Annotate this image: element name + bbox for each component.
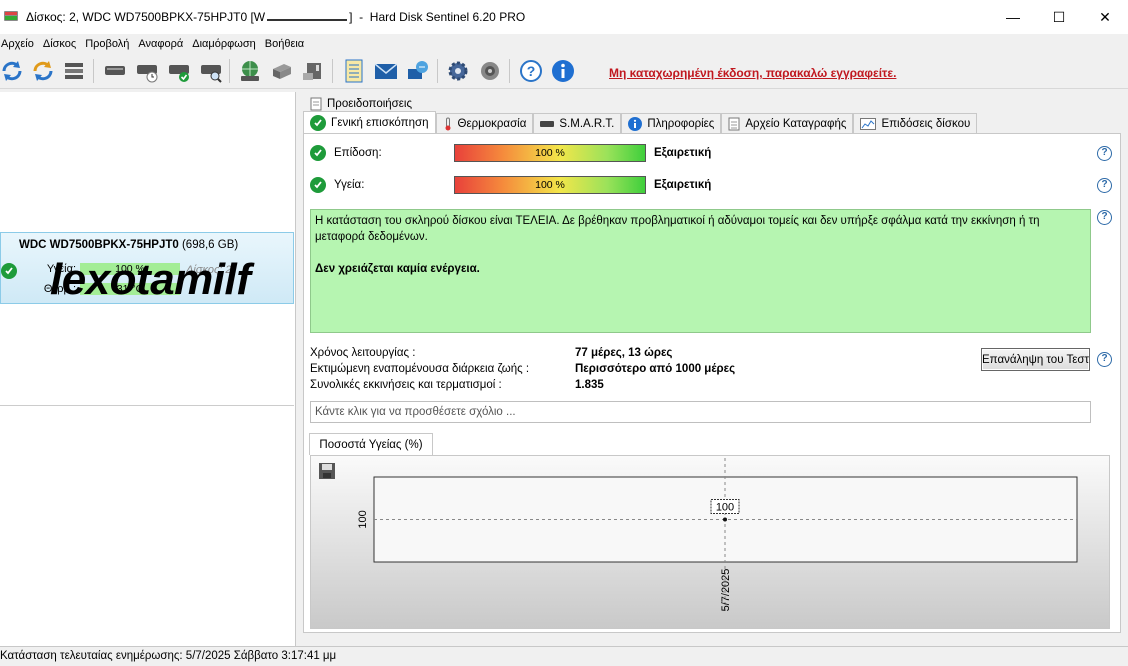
watermark-area xyxy=(0,316,294,406)
toolbar-separator xyxy=(509,59,510,83)
watermark-text: lexotamilf xyxy=(50,255,251,304)
refresh-icon[interactable] xyxy=(0,58,25,84)
health-label: Υγεία: xyxy=(334,179,365,191)
app-window: Δίσκος: 2, WDC WD7500BPKX-75HPJT0 [W] - … xyxy=(0,0,1128,666)
health-ok-icon xyxy=(310,177,326,193)
health-bar: 100 % xyxy=(454,176,646,194)
tab-health-percent-chart[interactable]: Ποσοστά Υγείας (%) xyxy=(309,433,433,455)
maximize-button[interactable]: ☐ xyxy=(1036,0,1082,34)
status-description: Η κατάσταση του σκληρού δίσκου είναι ΤΕΛ… xyxy=(310,209,1091,333)
disk-icon xyxy=(540,120,555,127)
report-icon[interactable] xyxy=(341,58,367,84)
menu-view[interactable]: Προβολή xyxy=(85,38,138,50)
redacted-serial xyxy=(267,13,348,21)
comment-field[interactable]: Κάντε κλικ για να προσθέσετε σχόλιο ... xyxy=(310,401,1091,423)
performance-ok-icon xyxy=(310,145,326,161)
disk-list-panel: WDC WD7500BPKX-75HPJT0 (698,6 GB) Υγεία:… xyxy=(0,92,296,646)
menu-disk[interactable]: Δίσκος xyxy=(43,38,85,50)
menu-configuration[interactable]: Διαμόρφωση xyxy=(192,38,265,50)
starts-label: Συνολικές εκκινήσεις και τερματισμοί : xyxy=(310,379,502,391)
title-bar: Δίσκος: 2, WDC WD7500BPKX-75HPJT0 [W] - … xyxy=(0,0,1128,34)
disk-timer-icon[interactable] xyxy=(134,58,160,84)
close-button[interactable]: ✕ xyxy=(1082,0,1128,34)
thermometer-icon xyxy=(445,117,450,130)
disk-card-title: WDC WD7500BPKX-75HPJT0 (698,6 GB) xyxy=(19,239,239,251)
performance-verdict: Εξαιρετική xyxy=(654,147,712,159)
data-point xyxy=(723,517,727,522)
tab-log[interactable]: Αρχείο Καταγραφής xyxy=(721,113,854,133)
toolbar-separator xyxy=(437,59,438,83)
status-bar-text: Κατάσταση τελευταίας ενημέρωσης: 5/7/202… xyxy=(0,650,337,662)
email-icon[interactable] xyxy=(373,58,399,84)
tab-information[interactable]: Πληροφορίες xyxy=(621,113,722,133)
toolbar-separator xyxy=(229,59,230,83)
health-verdict: Εξαιρετική xyxy=(654,179,712,191)
toolbar: ? xyxy=(0,53,1128,89)
menu-file[interactable]: Αρχείο xyxy=(0,38,43,50)
tab-temperature[interactable]: Θερμοκρασία xyxy=(435,113,534,133)
repeat-test-button[interactable]: Επανάληψη του Τεστ xyxy=(981,348,1090,371)
disk-list-icon[interactable] xyxy=(61,58,87,84)
uptime-value: 77 μέρες, 13 ώρες xyxy=(575,347,673,359)
data-label: 100 xyxy=(716,502,734,514)
sound-icon[interactable] xyxy=(477,58,503,84)
main-tab-row: Γενική επισκόπηση Θερμοκρασία S.M.A.R.T.… xyxy=(303,111,978,133)
performance-label: Επίδοση: xyxy=(334,147,382,159)
settings-gear-icon[interactable] xyxy=(445,58,471,84)
y-tick-label: 100 xyxy=(357,510,369,528)
tab-overview[interactable]: Γενική επισκόπηση xyxy=(303,111,436,133)
minimize-button[interactable]: — xyxy=(990,0,1036,34)
menu-bar: Αρχείο Δίσκος Προβολή Αναφορά Διαμόρφωση… xyxy=(0,34,1128,53)
disk-stack-icon[interactable] xyxy=(269,58,295,84)
disk-search-icon[interactable] xyxy=(198,58,224,84)
overview-check-icon xyxy=(310,114,326,131)
menu-help[interactable]: Βοήθεια xyxy=(265,38,313,50)
status-bar: Κατάσταση τελευταίας ενημέρωσης: 5/7/202… xyxy=(0,646,1128,666)
unregistered-notice-link[interactable]: Μη καταχωρημένη έκδοση, παρακαλώ εγγραφε… xyxy=(609,66,896,80)
window-title: Δίσκος: 2, WDC WD7500BPKX-75HPJT0 [W] - … xyxy=(26,10,526,24)
disk-eject-icon[interactable] xyxy=(300,58,326,84)
tab-performance[interactable]: Επιδόσεις δίσκου xyxy=(853,113,978,133)
network-disk-icon[interactable] xyxy=(237,58,263,84)
health-chart-area: 100 5/7/2025 100 xyxy=(310,455,1110,629)
info-icon xyxy=(628,116,643,131)
status-action-text: Δεν χρειάζεται καμία ενέργεια. xyxy=(315,263,480,275)
app-disk-icon xyxy=(4,11,18,21)
chart-icon xyxy=(860,117,877,130)
send-report-icon[interactable] xyxy=(405,58,431,84)
toolbar-separator xyxy=(93,59,94,83)
document-icon xyxy=(728,117,740,130)
refresh-all-icon[interactable] xyxy=(30,58,56,84)
status-help-icon[interactable]: ? xyxy=(1097,210,1112,225)
x-tick-label: 5/7/2025 xyxy=(720,569,732,612)
performance-help-icon[interactable]: ? xyxy=(1097,146,1112,161)
disk-surface-test-icon[interactable] xyxy=(102,58,128,84)
health-help-icon[interactable]: ? xyxy=(1097,178,1112,193)
info-icon[interactable] xyxy=(550,58,576,84)
menu-report[interactable]: Αναφορά xyxy=(138,38,192,50)
disk-ok-icon[interactable] xyxy=(166,58,192,84)
uptime-label: Χρόνος λειτουργίας : xyxy=(310,347,416,359)
svg-text:?: ? xyxy=(527,63,536,79)
tab-smart[interactable]: S.M.A.R.T. xyxy=(533,113,622,133)
status-text: Η κατάσταση του σκληρού δίσκου είναι ΤΕΛ… xyxy=(315,215,1040,243)
lifetime-label: Εκτιμώμενη εναπομένουσα διάρκεια ζωής : xyxy=(310,363,530,375)
performance-bar: 100 % xyxy=(454,144,646,162)
help-icon[interactable]: ? xyxy=(518,58,544,84)
document-icon xyxy=(310,97,322,111)
starts-value: 1.835 xyxy=(575,379,604,391)
health-chart-svg: 100 5/7/2025 100 xyxy=(357,456,1078,612)
toolbar-separator xyxy=(332,59,333,83)
lifetime-value: Περισσότερο από 1000 μέρες xyxy=(575,363,736,375)
test-help-icon[interactable]: ? xyxy=(1097,352,1112,367)
